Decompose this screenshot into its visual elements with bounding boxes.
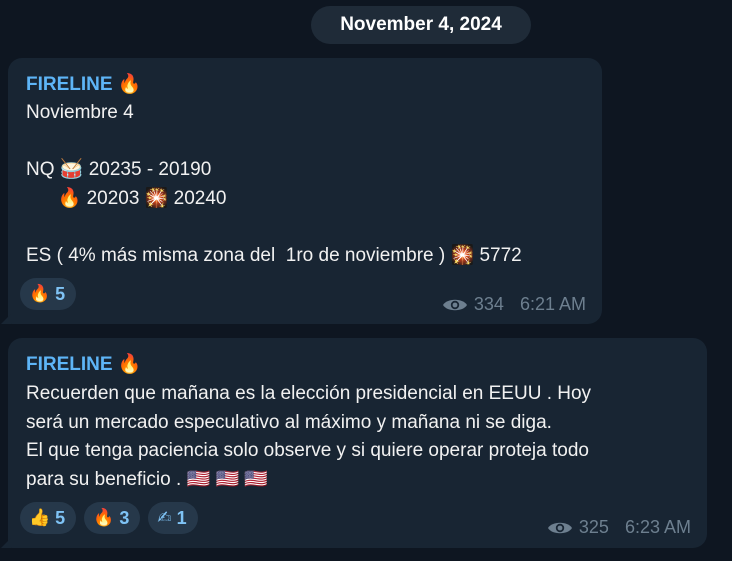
reaction-writing-hand[interactable]: ✍ 1: [148, 502, 198, 534]
message-meta: 325 6:23 AM: [547, 517, 691, 538]
date-separator: November 4, 2024: [311, 6, 531, 44]
reaction-fire[interactable]: 🔥 5: [20, 278, 77, 310]
message-text: Noviembre 4 NQ 🥁 20235 - 20190 🔥 20203 🎇…: [26, 102, 522, 266]
reactions-bar: 👍 5 🔥 3 ✍ 1: [20, 502, 198, 534]
message-time: 6:21 AM: [519, 294, 586, 314]
reaction-fire[interactable]: 🔥 3: [84, 502, 141, 534]
reactions-bar: 🔥 5: [20, 278, 77, 310]
eye-icon: [442, 299, 467, 310]
bubble-tail: [1, 314, 11, 324]
message-bubble[interactable]: FIRELINE 🔥 Recuerden que mañana es la el…: [1, 338, 707, 548]
reaction-emoji: 👍: [29, 508, 51, 527]
reaction-emoji: ✍: [157, 508, 172, 527]
reaction-count: 5: [55, 507, 66, 528]
message-meta: 334 6:21 AM: [442, 294, 586, 315]
message-author[interactable]: FIRELINE 🔥: [26, 72, 142, 96]
reaction-emoji: 🔥: [29, 284, 51, 303]
message-text: Recuerden que mañana es la elección pres…: [26, 383, 592, 490]
view-count: 325: [578, 517, 609, 537]
message-time: 6:23 AM: [624, 517, 691, 537]
reaction-count: 5: [55, 283, 66, 304]
message-author[interactable]: FIRELINE 🔥: [26, 352, 142, 376]
eye-icon: [547, 522, 572, 533]
view-count: 334: [473, 294, 504, 314]
bubble-tail: [1, 538, 11, 548]
reaction-emoji: 🔥: [93, 508, 115, 527]
message-bubble[interactable]: FIRELINE 🔥 Noviembre 4 NQ 🥁 20235 - 2019…: [1, 58, 602, 324]
reaction-count: 3: [119, 507, 130, 528]
reaction-thumbs-up[interactable]: 👍 5: [20, 502, 77, 534]
reaction-count: 1: [176, 507, 187, 528]
